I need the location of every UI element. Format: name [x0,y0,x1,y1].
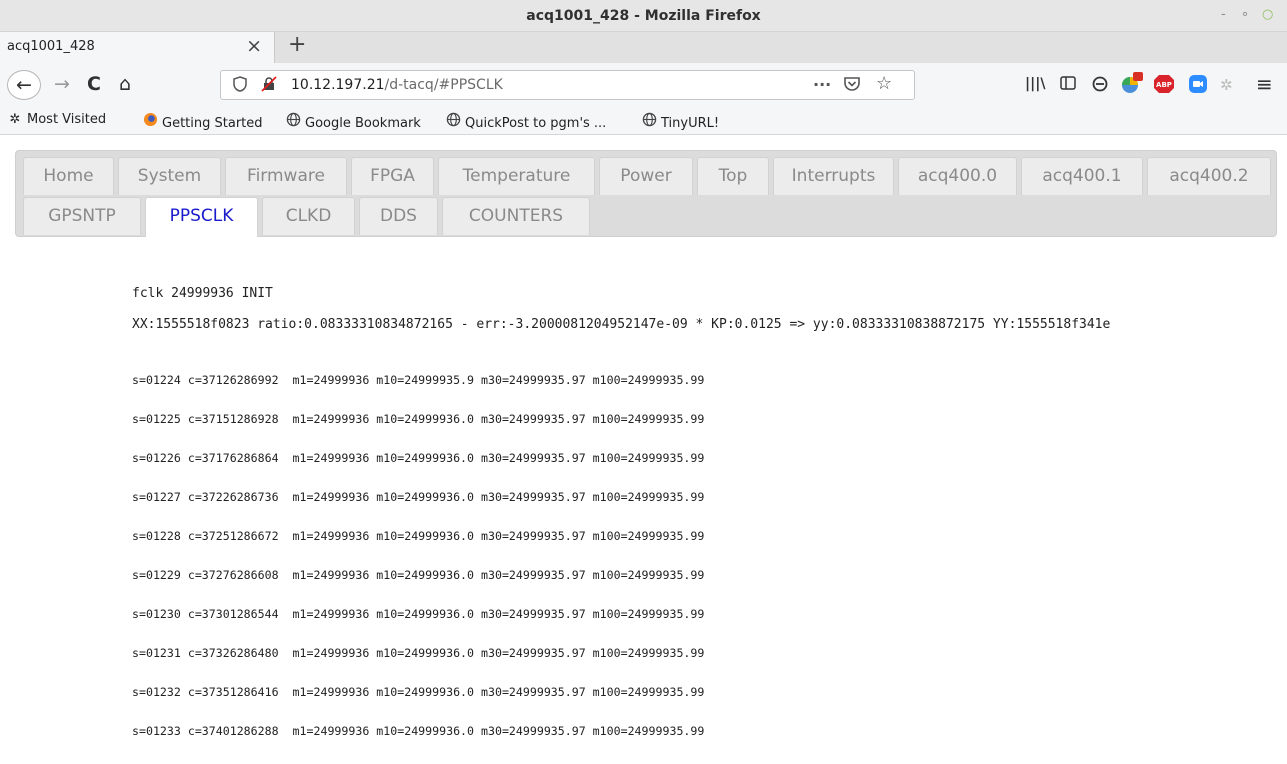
tab-clkd[interactable]: CLKD [262,197,355,235]
tab-top[interactable]: Top [697,157,769,195]
sidebar-icon[interactable] [1060,76,1076,94]
fclk-status: fclk 24999936 INIT [132,286,273,301]
shield-icon[interactable] [233,76,247,96]
bookmark-tinyurl[interactable]: TinyURL! [641,112,719,131]
control-loop-line: XX:1555518f0823 ratio:0.0833331083487216… [132,317,1111,332]
sample-row: s=01233 c=37401286288 m1=24999936 m10=24… [132,724,705,738]
forward-button[interactable]: → [47,70,77,100]
page-actions-icon[interactable]: ··· [813,75,831,94]
close-window-icon[interactable]: ○ [1262,7,1273,22]
bookmark-star-icon[interactable]: ☆ [876,73,892,94]
globe-icon [285,112,301,131]
sample-row: s=01227 c=37226286736 m1=24999936 m10=24… [132,490,705,504]
url-bar[interactable]: 10.12.197.21/d-tacq/#PPSCLK ··· ☆ [220,70,915,100]
sample-row: s=01231 c=37326286480 m1=24999936 m10=24… [132,646,705,660]
pocket-icon[interactable] [843,76,861,96]
svg-text:ABP: ABP [1156,81,1172,89]
adblock-plus-icon[interactable]: ABP [1153,74,1175,98]
browser-tab[interactable]: acq1001_428 × [0,32,275,63]
minimize-icon[interactable]: - [1221,7,1226,22]
page-content: Home System Firmware FPGA Temperature Po… [0,136,1287,738]
url-path: /d-tacq/#PPSCLK [384,77,503,93]
home-button[interactable]: ⌂ [110,70,140,100]
back-button[interactable]: ← [7,70,41,100]
tab-acq400-1[interactable]: acq400.1 [1021,157,1143,195]
home-icon: ⌂ [118,73,132,95]
account-icon[interactable] [1092,76,1108,96]
window-title: acq1001_428 - Mozilla Firefox [526,8,761,24]
tab-acq400-2[interactable]: acq400.2 [1147,157,1271,195]
url-host: 10.12.197.21 [291,77,385,93]
tab-interrupts[interactable]: Interrupts [773,157,894,195]
sample-row: s=01225 c=37151286928 m1=24999936 m10=24… [132,412,705,426]
page-tab-panel: Home System Firmware FPGA Temperature Po… [15,150,1277,237]
sample-row: s=01226 c=37176286864 m1=24999936 m10=24… [132,451,705,465]
reload-button[interactable]: C [79,70,109,100]
bookmark-quickpost[interactable]: QuickPost to pgm's ... [445,112,606,131]
extension-colorful-icon[interactable] [1120,72,1144,98]
zoom-extension-icon[interactable] [1188,74,1208,98]
sample-row: s=01232 c=37351286416 m1=24999936 m10=24… [132,685,705,699]
maximize-icon[interactable]: ∘ [1241,7,1249,22]
tab-acq400-0[interactable]: acq400.0 [898,157,1017,195]
globe-icon [445,112,461,131]
gear-icon: ✲ [9,112,21,127]
insecure-lock-icon[interactable] [261,76,277,96]
bookmark-google-bookmark[interactable]: Google Bookmark [285,112,421,131]
tab-gpsntp[interactable]: GPSNTP [23,197,141,235]
browser-tabstrip: acq1001_428 × + [0,32,1287,63]
tab-ppsclk[interactable]: PPSCLK [145,197,258,237]
tab-system[interactable]: System [118,157,221,195]
tab-dds[interactable]: DDS [359,197,438,235]
sample-row: s=01228 c=37251286672 m1=24999936 m10=24… [132,529,705,543]
tab-home[interactable]: Home [23,157,114,195]
back-arrow-icon: ← [16,74,32,96]
sample-row: s=01229 c=37276286608 m1=24999936 m10=24… [132,568,705,582]
bookmarks-toolbar: ✲ Most Visited Getting Started Google Boo… [0,107,1287,135]
new-tab-icon[interactable]: + [288,32,306,57]
nav-toolbar: ← → C ⌂ 10.12.197.21/d-tacq/#PPSCLK ··· … [0,63,1287,107]
close-tab-icon[interactable]: × [246,35,262,57]
bookmark-getting-started[interactable]: Getting Started [142,112,263,131]
hamburger-menu-icon[interactable]: ≡ [1256,72,1273,96]
tab-power[interactable]: Power [599,157,693,195]
sample-row: s=01224 c=37126286992 m1=24999936 m10=24… [132,373,705,387]
window-titlebar: acq1001_428 - Mozilla Firefox - ∘ ○ [0,0,1287,32]
globe-icon [641,112,657,131]
extension-puzzle-icon[interactable]: ✲ [1220,76,1233,94]
library-icon[interactable]: |||\ [1025,76,1045,92]
sample-rows: s=01224 c=37126286992 m1=24999936 m10=24… [132,348,704,764]
tab-fpga[interactable]: FPGA [351,157,434,195]
url-text[interactable]: 10.12.197.21/d-tacq/#PPSCLK [291,77,503,93]
tab-counters[interactable]: COUNTERS [442,197,590,235]
sample-row: s=01230 c=37301286544 m1=24999936 m10=24… [132,607,705,621]
bookmark-most-visited[interactable]: ✲ Most Visited [7,112,107,127]
firefox-icon [142,112,158,131]
reload-icon: C [87,73,101,95]
tab-firmware[interactable]: Firmware [225,157,347,195]
forward-arrow-icon: → [54,73,70,95]
tab-temperature[interactable]: Temperature [438,157,595,195]
browser-tab-label: acq1001_428 [7,39,95,54]
